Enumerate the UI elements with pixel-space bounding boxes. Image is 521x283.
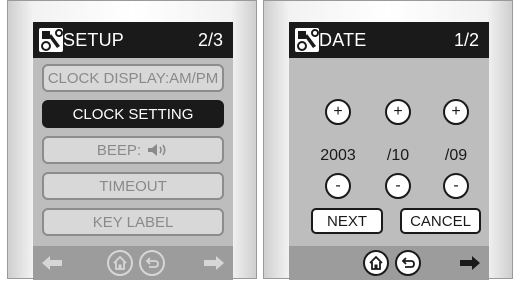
- home-icon: [113, 255, 127, 270]
- month-decrement-button[interactable]: -: [385, 173, 411, 199]
- home-button[interactable]: [363, 250, 389, 276]
- menu-item-label: TIMEOUT: [99, 177, 167, 195]
- clock-setting-button[interactable]: CLOCK SETTING: [42, 100, 224, 128]
- right-arrow-icon[interactable]: [203, 255, 225, 271]
- day-increment-button[interactable]: +: [443, 99, 469, 125]
- month-increment-button[interactable]: +: [385, 99, 411, 125]
- return-button[interactable]: [139, 250, 165, 276]
- navigation-bar: [289, 246, 489, 280]
- year-decrement-button[interactable]: -: [325, 173, 351, 199]
- right-device-frame: DATE 1/2 + + + 2003 /10 /09 - - - NEXT C…: [263, 0, 513, 280]
- beep-button[interactable]: BEEP:: [42, 136, 224, 164]
- title-bar: SETUP 2/3: [33, 22, 233, 58]
- home-button[interactable]: [107, 250, 133, 276]
- right-arrow-icon[interactable]: [459, 255, 481, 271]
- left-device-frame: SETUP 2/3 CLOCK DISPLAY:AM/PM CLOCK SETT…: [7, 0, 257, 280]
- timeout-button[interactable]: TIMEOUT: [42, 172, 224, 200]
- month-value: /10: [386, 147, 410, 164]
- page-indicator: 1/2: [453, 30, 479, 50]
- page-indicator: 2/3: [197, 30, 223, 50]
- clock-display-button[interactable]: CLOCK DISPLAY:AM/PM: [42, 64, 224, 92]
- menu-item-label: CLOCK SETTING: [72, 105, 194, 123]
- key-label-button[interactable]: KEY LABEL: [42, 208, 224, 236]
- return-icon: [145, 257, 159, 268]
- setup-tools-icon: [39, 28, 63, 52]
- date-screen: DATE 1/2 + + + 2003 /10 /09 - - - NEXT C…: [289, 22, 489, 280]
- navigation-bar: [33, 246, 233, 280]
- return-button[interactable]: [395, 250, 421, 276]
- screen-title: SETUP: [63, 30, 125, 50]
- setup-tools-icon: [295, 28, 319, 52]
- title-bar: DATE 1/2: [289, 22, 489, 58]
- day-value: /09: [444, 147, 468, 164]
- speaker-icon: [148, 144, 166, 156]
- left-arrow-icon[interactable]: [41, 255, 63, 271]
- cancel-button[interactable]: CANCEL: [400, 208, 481, 234]
- menu-item-label: KEY LABEL: [92, 213, 174, 231]
- menu-item-label: CLOCK DISPLAY:AM/PM: [47, 69, 219, 87]
- day-decrement-button[interactable]: -: [443, 173, 469, 199]
- home-icon: [369, 255, 383, 270]
- screen-title: DATE: [319, 30, 367, 50]
- return-icon: [401, 257, 415, 268]
- year-value: 2003: [320, 147, 356, 164]
- menu-item-label: BEEP:: [96, 141, 142, 159]
- setup-screen: SETUP 2/3 CLOCK DISPLAY:AM/PM CLOCK SETT…: [33, 22, 233, 280]
- year-increment-button[interactable]: +: [325, 99, 351, 125]
- next-button[interactable]: NEXT: [311, 208, 383, 234]
